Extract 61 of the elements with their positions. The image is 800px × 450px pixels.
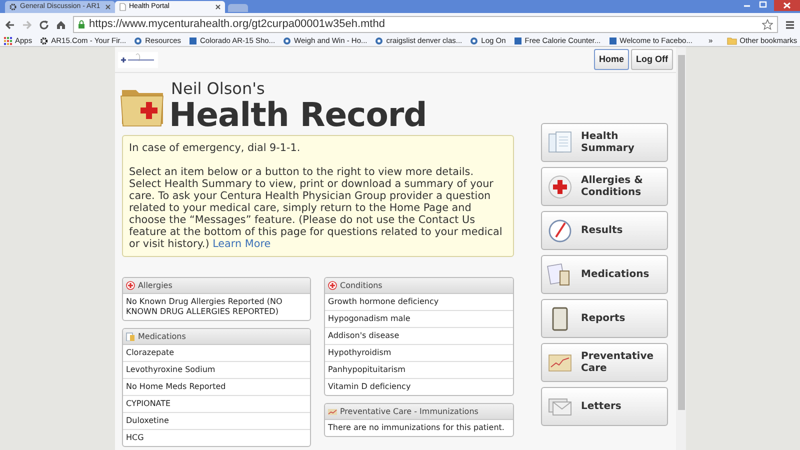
grid-icon (4, 37, 12, 45)
panel-row[interactable]: Levothyroxine Sodium (123, 361, 310, 378)
lock-icon (78, 20, 85, 29)
home-icon (56, 20, 66, 30)
close-window-button[interactable] (774, 0, 800, 11)
panel-row[interactable]: No Known Drug Allergies Reported (NO KNOWN DRUG ALLERGIES REPORTED) (123, 294, 310, 320)
panel-row[interactable]: HCG (123, 429, 310, 446)
sidebar-button[interactable]: Reports (541, 299, 668, 338)
gear-icon (40, 37, 48, 45)
page-title: Health Record (169, 98, 427, 132)
cross-icon (328, 281, 337, 290)
panel-title: Conditions (340, 280, 382, 292)
close-icon (783, 2, 791, 9)
panel-title: Preventative Care - Immunizations (340, 406, 478, 418)
notice-text: In case of emergency, dial 9-1-1. (129, 142, 302, 154)
sidebar-button[interactable]: Medications (541, 255, 668, 294)
panel-row[interactable]: Addison's disease (325, 327, 513, 344)
panel-row[interactable]: Clorazepate (123, 345, 310, 361)
panel-title: Allergies (138, 280, 172, 292)
sidebar-button[interactable]: Results (541, 211, 668, 250)
chart-icon (328, 407, 337, 416)
reload-icon (39, 20, 49, 30)
sidebar-button[interactable]: Allergies & Conditions (541, 167, 668, 206)
logo-drawing (118, 52, 158, 68)
panel-row[interactable]: Hypogonadism male (325, 310, 513, 327)
nav-button[interactable]: Log Off (631, 49, 673, 70)
gauge-icon (547, 218, 573, 244)
owner-name: Neil Olson's (171, 80, 266, 98)
gear-icon (9, 3, 17, 11)
panel-row[interactable]: There are no immunizations for this patient. (325, 420, 513, 436)
panel-row[interactable]: Hypothyroidism (325, 344, 513, 361)
panel-row[interactable]: Duloxetine (123, 412, 310, 429)
sidebar-button[interactable]: Letters (541, 387, 668, 426)
panel-row[interactable]: CYPIONATE (123, 395, 310, 412)
star-icon (762, 19, 773, 30)
page-icon (119, 3, 126, 11)
panel-row[interactable]: No Home Meds Reported (123, 378, 310, 395)
cross-icon (547, 174, 573, 200)
forward-icon (22, 20, 32, 30)
cross-icon (126, 281, 135, 290)
panel-row[interactable]: Panhypopituitarism (325, 361, 513, 378)
back-icon (5, 20, 15, 30)
document-icon (126, 332, 135, 341)
sidebar-button[interactable]: Health Summary (541, 123, 668, 162)
nav-button[interactable]: Home (594, 49, 629, 70)
new-tab-button[interactable] (228, 4, 248, 12)
address-field[interactable]: https://www.mycenturahealth.org/gt2curpa00001w35eh.mthd (73, 16, 778, 33)
documents-icon (547, 130, 573, 156)
notice-text: Select an item below or a button to the right to view more details. Select Health Summary to view, print or download a summary of your care. To ask your Centura Health Physician Group provider a question related to your medical care, simply return to the Home Page and choose the “Messages” feature. (Please do not use the Contact Us feature at the bottom of this page for questions related to your medical or visit history.) Learn More (129, 166, 504, 250)
learn-more-link[interactable]: Learn More (212, 238, 271, 250)
sidebar-button[interactable]: Preventative Care (541, 343, 668, 382)
panel-row[interactable]: Vitamin D deficiency (325, 378, 513, 395)
square-icon (608, 37, 617, 45)
panel-title: Medications (138, 330, 186, 342)
close-icon (105, 4, 111, 10)
panel-row[interactable]: Growth hormone deficiency (325, 294, 513, 310)
scrollbar[interactable] (676, 47, 686, 450)
close-icon (215, 4, 221, 10)
square-icon (514, 37, 522, 45)
menu-icon (785, 20, 795, 30)
square-icon (189, 37, 197, 45)
